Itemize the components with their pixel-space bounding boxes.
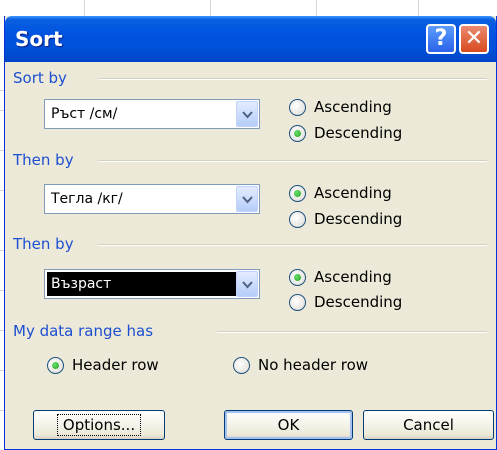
then-by-2-ascending-label: Ascending (314, 268, 392, 286)
no-header-row-label: No header row (258, 356, 369, 374)
ok-button-label: OK (277, 416, 300, 434)
group-divider (99, 78, 487, 80)
then-by-1-ascending-radio[interactable] (289, 185, 306, 202)
sort-by-descending-label: Descending (314, 124, 403, 142)
sort-by-ascending-label: Ascending (314, 98, 392, 116)
dialog-title: Sort (15, 27, 63, 51)
help-icon: ? (434, 26, 448, 51)
then-by-2-ascending-radio[interactable] (289, 269, 306, 286)
chevron-down-icon (242, 111, 253, 119)
group-divider (99, 160, 487, 162)
chevron-down-icon (242, 281, 253, 289)
group-divider (99, 244, 487, 246)
help-button[interactable]: ? (426, 24, 456, 54)
data-range-label: My data range has (13, 322, 154, 340)
then-by-2-descending-radio[interactable] (289, 294, 306, 311)
sort-by-label: Sort by (13, 69, 67, 87)
then-by-1-ascending-label: Ascending (314, 184, 392, 202)
sort-by-dropdown-button[interactable] (236, 101, 258, 127)
options-button[interactable]: Options... (33, 410, 165, 440)
then-by-label: Then by (13, 235, 74, 253)
then-by-2-field-value: Възраст (47, 272, 239, 296)
sort-by-ascending-radio[interactable] (289, 99, 306, 116)
header-row-radio[interactable] (47, 357, 64, 374)
close-button[interactable]: ✕ (459, 24, 489, 54)
close-icon: ✕ (464, 26, 484, 51)
title-bar[interactable]: Sort ? ✕ (5, 16, 496, 62)
then-by-label: Then by (13, 151, 74, 169)
cancel-button[interactable]: Cancel (363, 410, 494, 440)
sort-dialog: Sort ? ✕ Sort by Ръст /см/ Ascending Des… (4, 16, 497, 450)
sort-by-descending-radio[interactable] (289, 125, 306, 142)
chevron-down-icon (242, 196, 253, 204)
no-header-row-radio[interactable] (233, 357, 250, 374)
then-by-2-dropdown-button[interactable] (236, 271, 258, 297)
then-by-1-field-value: Тегла /кг/ (51, 191, 123, 207)
sort-by-field-value: Ръст /см/ (51, 106, 118, 122)
then-by-1-descending-radio[interactable] (289, 211, 306, 228)
header-row-label: Header row (72, 356, 159, 374)
then-by-2-descending-label: Descending (314, 293, 403, 311)
options-button-label: Options... (56, 414, 142, 436)
then-by-1-descending-label: Descending (314, 210, 403, 228)
then-by-1-dropdown-button[interactable] (236, 186, 258, 212)
then-by-2-field-select[interactable]: Възраст (44, 269, 260, 299)
sort-by-field-select[interactable]: Ръст /см/ (44, 99, 260, 129)
group-divider (217, 331, 487, 333)
then-by-1-field-select[interactable]: Тегла /кг/ (44, 184, 260, 214)
ok-button[interactable]: OK (224, 410, 353, 440)
cancel-button-label: Cancel (403, 416, 454, 434)
